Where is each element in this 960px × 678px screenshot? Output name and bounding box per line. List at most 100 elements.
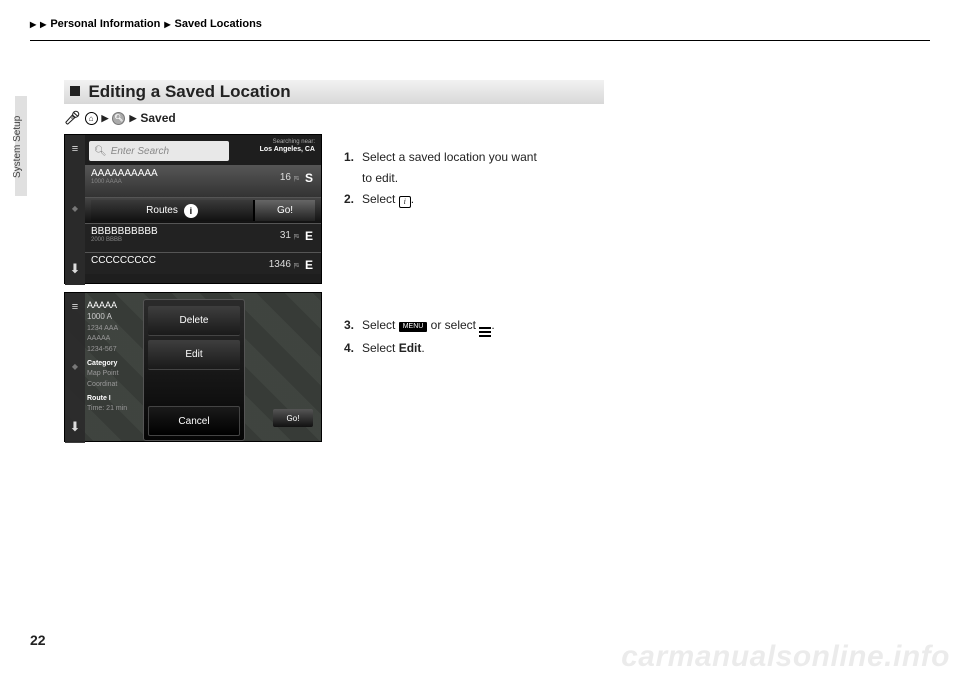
breadcrumb: ▶ ▶ Personal Information ▶ Saved Locatio… [30,18,930,30]
step-text: Select MENU or select . [362,316,495,337]
loc-addr: 1000 A [87,312,112,321]
delete-label: Delete [180,315,209,326]
list-item[interactable]: CCCCCCCCC 1346 ⛿ E [85,252,321,274]
mile-marker-icon: ⛿ [294,234,299,242]
location-info: AAAAA 1000 A 1234 AAA AAAAA 1234-567 Cat… [87,299,127,414]
step-1: 1. Select a saved location you want [344,148,604,167]
path-saved: Saved [140,111,175,125]
mile-marker-icon: ⛿ [294,263,299,271]
action-row: Routes i Go! [85,197,321,223]
triangle-icon: ▶ [164,20,170,29]
row-direction: E [305,258,313,272]
voice-icon: 🎤︎ [64,110,81,126]
coord-label: Coordinat [87,381,117,388]
heading-text: Editing a Saved Location [88,82,290,101]
step-text-part: . [421,341,424,355]
row-distance: 1346 [269,259,291,270]
mile-marker-icon: ⛿ [294,176,299,184]
routes-label: Routes [146,205,178,216]
delete-button[interactable]: Delete [148,306,240,336]
go-button[interactable]: Go! [253,200,315,221]
triangle-icon: ▶ [102,113,109,124]
screenshot-edit-popup: ≡ ◆ ⬇ AAAAA 1000 A 1234 AAA AAAAA 1234-5… [64,292,322,442]
row-distance: 16 [280,172,291,183]
context-menu: Delete Edit Cancel [143,299,245,441]
loc-phone: 1234-567 [87,346,117,353]
down-arrow-icon[interactable]: ⬇ [70,261,81,277]
info-box-icon: i [399,196,411,208]
near-label: Searching near: [273,139,315,145]
hamburger-icon[interactable]: ≡ [72,143,78,155]
step-text-part: . [491,318,494,332]
search-icon: 🔍︎ [94,146,107,157]
route-label: Route I [87,394,127,403]
step-number-blank [344,169,358,188]
instructions-block-1: 1. Select a saved location you want to e… [344,148,604,212]
diamond-icon: ◆ [72,362,78,371]
go-label: Go! [287,414,300,423]
loc-title: AAAAA [87,300,117,310]
page-number: 22 [30,632,46,648]
go-label: Go! [277,205,293,216]
page-header: ▶ ▶ Personal Information ▶ Saved Locatio… [30,18,930,40]
saved-rows: AAAAAAAAAA 1000 AAAA 16 ⛿ S Routes i Go!… [85,165,321,274]
hamburger-icon[interactable]: ≡ [72,301,78,313]
near-value: Los Angeles, CA [260,146,315,153]
step-number: 3. [344,316,358,337]
step-1-cont: to edit. [344,169,604,188]
time-label: Time: 21 min [87,405,127,412]
cat-label: Category [87,359,127,368]
step-2: 2. Select i. [344,190,604,209]
row-direction: E [305,229,313,243]
info-icon[interactable]: i [184,204,198,218]
triangle-icon: ▶ [30,20,36,29]
step-text-part: or select [427,318,479,332]
side-tab-label: System Setup [12,116,23,178]
watermark: carmanualsonline.info [621,640,950,674]
step-text-part: Select [362,192,399,206]
step-text-part: Select [362,318,399,332]
content-column: Editing a Saved Location 🎤︎ ⌂ ▶ 🔍︎ ▶ Sav… [64,80,604,442]
list-item[interactable]: AAAAAAAAAA 1000 AAAA 16 ⛿ S [85,165,321,197]
triangle-icon: ▶ [40,20,46,29]
down-arrow-icon[interactable]: ⬇ [70,419,81,435]
step-text-bold: Edit [399,341,422,355]
cancel-label: Cancel [178,416,209,427]
edit-button[interactable]: Edit [148,340,240,370]
step-number: 2. [344,190,358,209]
header-rule [30,40,930,41]
list-item[interactable]: BBBBBBBBBB 2000 BBBB 31 ⛿ E [85,223,321,252]
popup-gap [144,374,244,402]
screenshot-saved-list: ≡ ◆ ⬇ 🔍︎ Enter Search Searching near: Lo… [64,134,322,284]
edit-label: Edit [185,349,202,360]
search-input[interactable]: 🔍︎ Enter Search [89,141,229,161]
searching-near: Searching near: Los Angeles, CA [260,139,315,155]
step-text: Select i. [362,190,414,209]
shot-left-rail: ≡ ◆ ⬇ [65,293,85,443]
go-button[interactable]: Go! [273,409,313,427]
instructions-block-2: 3. Select MENU or select . 4. Select Edi… [344,316,604,360]
square-bullet-icon [70,86,80,96]
triangle-icon: ▶ [129,113,136,124]
step-number: 1. [344,148,358,167]
row-distance: 31 [280,230,291,241]
diamond-icon: ◆ [72,204,78,213]
step-3: 3. Select MENU or select . [344,316,604,337]
cat-value: Map Point [87,370,119,377]
menu-chip-icon: MENU [399,322,428,332]
home-icon: ⌂ [85,112,98,125]
step-text: Select a saved location you want [362,148,537,167]
search-circle-icon: 🔍︎ [112,112,125,125]
breadcrumb-seg: Saved Locations [175,18,262,30]
loc-addr: AAAAA [87,335,110,342]
row-direction: S [305,171,313,185]
step-text: to edit. [362,169,398,188]
step-text-part: Select [362,341,399,355]
search-placeholder: Enter Search [111,146,169,157]
routes-button[interactable]: Routes i [91,200,253,221]
loc-addr: 1234 AAA [87,325,118,332]
nav-path: 🎤︎ ⌂ ▶ 🔍︎ ▶ Saved [64,110,604,126]
hamburger-icon [479,327,491,337]
step-text: Select Edit. [362,339,425,358]
cancel-button[interactable]: Cancel [148,406,240,436]
